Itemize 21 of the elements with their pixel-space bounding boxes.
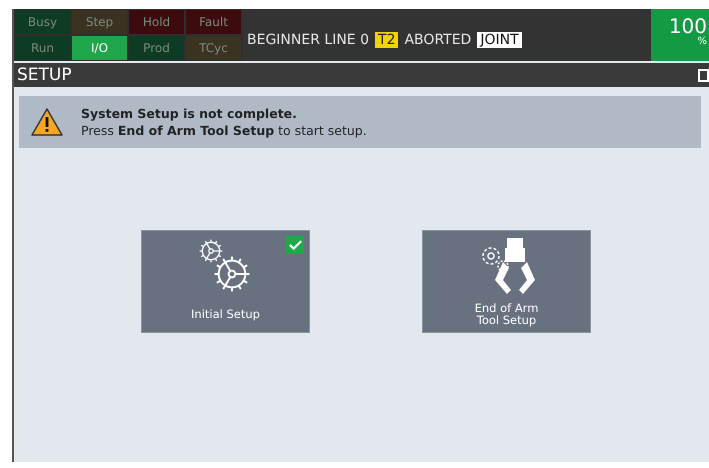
program-name: BEGINNER LINE 0 [247,32,370,48]
screen-title: SETUP [17,65,72,85]
split-panel-icon[interactable] [698,68,709,82]
status-lamp: I/O [72,36,127,60]
alert-title: System Setup is not complete. [81,106,298,121]
alert-message: Press End of Arm Tool Setup to start setup. [81,123,367,138]
override-value: 100 [668,15,707,37]
status-lamp: TCyc [186,36,241,60]
setup-button[interactable]: End of Arm Tool Setup [422,230,591,333]
program-state: ABORTED [404,32,472,48]
coord-badge: JOINT [477,32,522,48]
mode-badge: T2 [375,32,398,48]
override-unit: % [697,37,707,47]
status-lamp: Busy [15,10,70,34]
status-lamp: Prod [129,36,184,60]
status-lamp: Run [15,36,70,60]
warning-icon [31,108,63,136]
status-lamp: Fault [186,10,241,34]
status-lamp: Step [72,10,127,34]
setup-button[interactable]: Initial Setup [141,230,310,333]
status-lamp: Hold [129,10,184,34]
